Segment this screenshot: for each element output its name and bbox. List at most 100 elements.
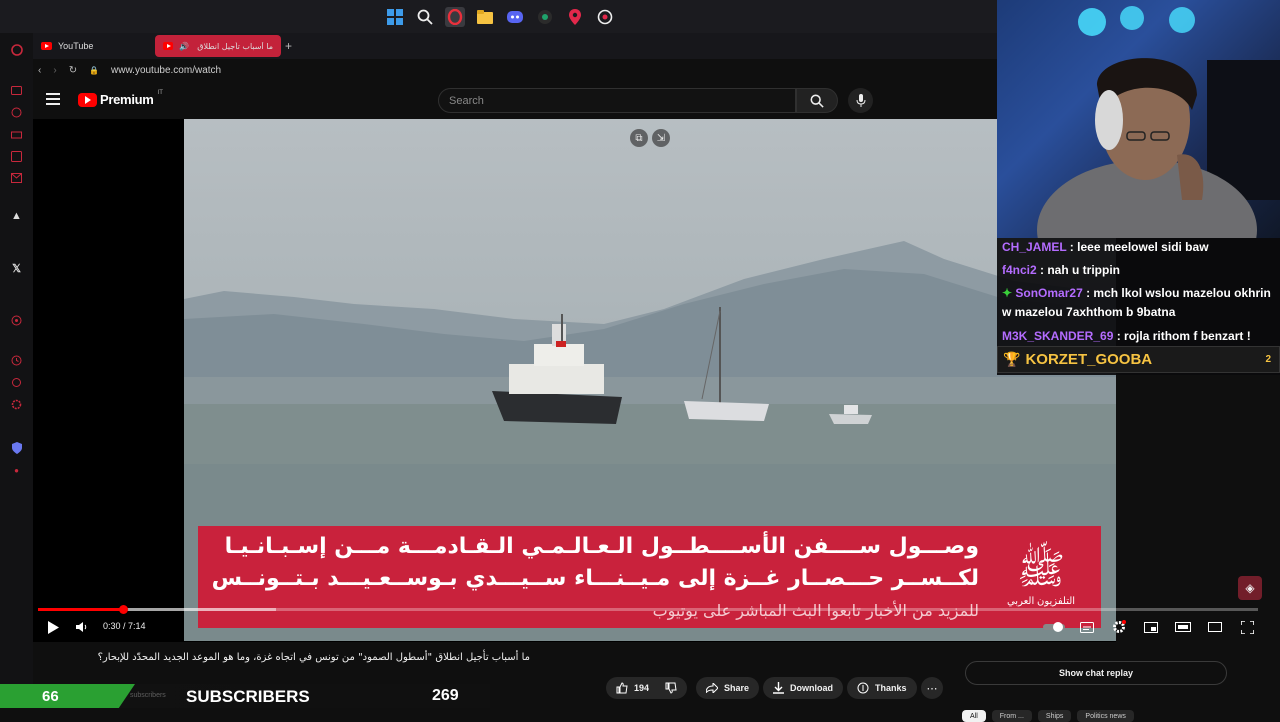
- fullscreen-icon: [1240, 620, 1254, 634]
- gmail-icon[interactable]: [0, 167, 33, 189]
- channel-watermark-icon[interactable]: ◈: [1238, 576, 1262, 600]
- subscriber-goal: 269: [432, 687, 459, 704]
- top-subscriber-name: KORZET_GOOBA: [1025, 351, 1153, 368]
- search-button[interactable]: [796, 88, 838, 113]
- like-button[interactable]: 194: [606, 677, 658, 699]
- obs-icon[interactable]: [535, 7, 555, 27]
- more-icon[interactable]: ●: [0, 459, 33, 481]
- player-icon[interactable]: [0, 309, 33, 331]
- top-subscriber-rank: 2: [1265, 354, 1271, 365]
- opera-gx-icon[interactable]: [595, 7, 615, 27]
- show-chat-replay-button[interactable]: Show chat replay: [965, 661, 1227, 685]
- search-input[interactable]: Search: [438, 88, 796, 113]
- prime-badge-icon: ✦: [1002, 286, 1016, 300]
- chat-message-continued: w mazelou 7axhthom b 9batna: [1002, 305, 1176, 319]
- dislike-button[interactable]: [657, 677, 688, 699]
- like-dislike-group: 194: [606, 677, 688, 699]
- pip-icon[interactable]: ⧉: [630, 129, 648, 147]
- thumbs-down-icon: [665, 682, 677, 694]
- chat-message: CH_JAMEL : leee meelowel sidi baw: [1002, 240, 1209, 254]
- new-tab-button[interactable]: +: [285, 39, 292, 53]
- webcam-scene: [1037, 6, 1280, 238]
- vpn-shield-icon[interactable]: [0, 437, 33, 459]
- pip-controls: ⧉ ⇲: [630, 129, 670, 147]
- tab-label: YouTube: [58, 41, 94, 51]
- speaker-icon[interactable]: 🔊: [179, 42, 189, 51]
- autoplay-toggle[interactable]: [1042, 617, 1066, 637]
- search-icon[interactable]: [415, 7, 435, 27]
- clock-icon[interactable]: [0, 349, 33, 371]
- progress-scrubber[interactable]: [119, 605, 128, 614]
- chip-politics-news[interactable]: Politics news: [1077, 710, 1134, 722]
- voice-search-button[interactable]: [848, 88, 873, 113]
- file-explorer-icon[interactable]: [475, 7, 495, 27]
- miniplayer-button[interactable]: [1142, 617, 1160, 637]
- news-banner: وصـــول ســــفن الأســــطــول الـعـالـمـ…: [198, 526, 1101, 628]
- subtitles-icon: [1080, 621, 1094, 633]
- gx-control-icon[interactable]: [0, 123, 33, 145]
- download-group: Download: [763, 677, 843, 699]
- share-button[interactable]: Share: [696, 677, 760, 699]
- extensions-icon[interactable]: [0, 371, 33, 393]
- menu-icon[interactable]: [46, 93, 60, 105]
- history-icon[interactable]: [0, 101, 33, 123]
- chat-username: SonOmar27: [1015, 286, 1083, 300]
- channel-name: التلفزيون العربي: [1006, 595, 1076, 607]
- tab-label: ما أسباب تأجيل انطلاق ": [195, 41, 273, 51]
- twitch-icon[interactable]: [0, 145, 33, 167]
- play-icon: [48, 620, 59, 634]
- thanks-button[interactable]: Thanks: [847, 677, 917, 699]
- download-label: Download: [790, 683, 833, 693]
- chip-ships[interactable]: Ships: [1037, 710, 1072, 722]
- theater-mode-button[interactable]: [1174, 617, 1192, 637]
- chip-all[interactable]: All: [962, 710, 986, 722]
- discord-icon[interactable]: [505, 7, 525, 27]
- more-actions-button[interactable]: ⋯: [921, 677, 943, 699]
- forward-icon[interactable]: ›: [53, 65, 56, 76]
- progress-played: [38, 608, 123, 611]
- back-icon[interactable]: ‹: [38, 65, 41, 76]
- like-count: 194: [634, 683, 650, 693]
- channel-logo-mark-icon: ﷺ: [1016, 547, 1066, 592]
- tab-video[interactable]: 🔊 ما أسباب تأجيل انطلاق ": [155, 35, 281, 57]
- share-icon: [706, 683, 718, 693]
- popout-icon[interactable]: ⇲: [652, 129, 670, 147]
- messenger-icon[interactable]: [0, 79, 33, 101]
- time-display: 0:30 / 7:14: [103, 621, 146, 631]
- stream-chat-overlay: CH_JAMEL : leee meelowel sidi baw f4nci2…: [997, 238, 1280, 375]
- fullscreen-button[interactable]: [1238, 617, 1256, 637]
- opera-icon[interactable]: [445, 6, 465, 27]
- tab-youtube[interactable]: YouTube: [33, 35, 155, 57]
- reload-icon[interactable]: ↻: [69, 65, 77, 76]
- progress-bar[interactable]: [38, 605, 1258, 614]
- top-subscriber-bar: 🏆 KORZET_GOOBA 2: [997, 346, 1280, 373]
- settings-icon[interactable]: [0, 393, 33, 415]
- location-pin-icon[interactable]: [565, 7, 585, 27]
- thumbs-up-icon: [616, 682, 628, 694]
- streamer-webcam: [997, 0, 1280, 238]
- arrow-icon[interactable]: ▲: [0, 205, 33, 227]
- x-twitter-icon[interactable]: 𝕏: [0, 257, 33, 279]
- windows-logo-icon[interactable]: [385, 7, 405, 27]
- youtube-favicon-icon: [163, 42, 174, 50]
- download-button[interactable]: Download: [763, 677, 843, 699]
- logo-text: Premium: [100, 92, 154, 107]
- video-title: ما أسباب تأجيل انطلاق "أسطول الصمود" من …: [97, 652, 530, 663]
- cast-button[interactable]: [1206, 617, 1224, 637]
- search-icon: [810, 94, 824, 108]
- opera-logo-icon[interactable]: [0, 39, 33, 61]
- volume-button[interactable]: [74, 617, 90, 637]
- youtube-logo[interactable]: Premium IT: [78, 90, 163, 107]
- mic-icon: [856, 93, 865, 107]
- more-dots-icon: ⋯: [926, 682, 938, 695]
- subscriber-label: SUBSCRIBERS: [186, 687, 310, 706]
- play-button[interactable]: [44, 617, 62, 637]
- chip-from[interactable]: From ...: [991, 710, 1032, 722]
- subtitles-button[interactable]: [1078, 617, 1096, 637]
- settings-button[interactable]: [1110, 617, 1128, 637]
- subscriber-count: 66: [42, 688, 59, 705]
- url-field[interactable]: www.youtube.com/watch: [111, 65, 221, 76]
- opera-sidebar: ▲ 𝕏 ●: [0, 33, 33, 720]
- banner-headline-line1: وصـــول ســــفن الأســــطــول الـعـالـمـ…: [224, 534, 979, 559]
- video-frame[interactable]: ⧉ ⇲ وصـــول ســــفن الأســــطــول الـعـا…: [184, 119, 1116, 641]
